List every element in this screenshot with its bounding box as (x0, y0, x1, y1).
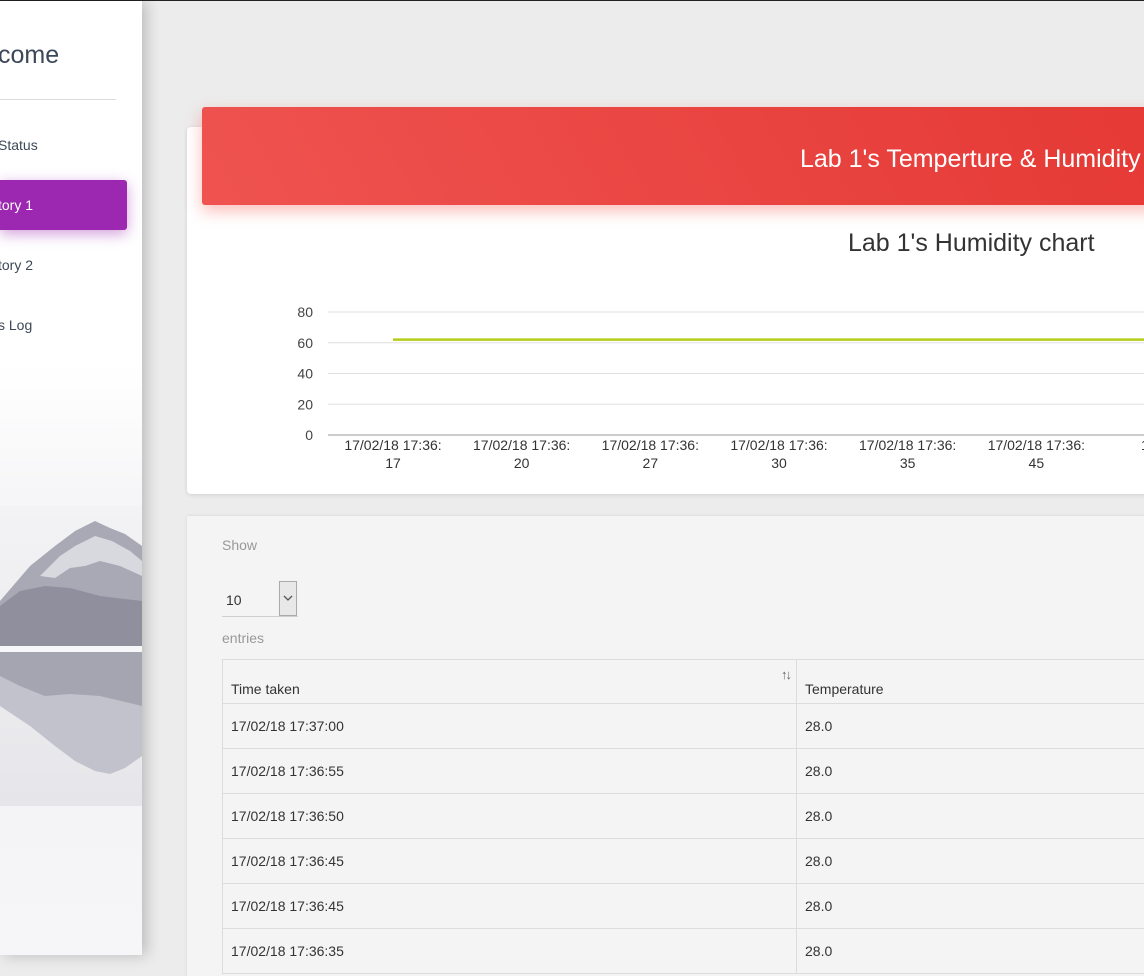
y-tick-label: 40 (297, 366, 313, 382)
y-tick-label: 80 (297, 304, 313, 320)
page-size-select[interactable]: 10 (222, 581, 298, 617)
cell-temperature: 28.0 (797, 704, 1144, 749)
column-header-temperature[interactable]: Temperature (797, 660, 1144, 704)
data-table: Time taken ↑↓ Temperature 17/02/18 17:37:… (222, 659, 1144, 974)
x-tick-label: 17 (385, 455, 401, 471)
cell-temperature: 28.0 (797, 749, 1144, 794)
x-tick-label: 20 (514, 455, 530, 471)
sort-icon[interactable]: ↑↓ (781, 667, 790, 682)
cell-temperature: 28.0 (797, 929, 1144, 974)
chevron-down-icon[interactable] (279, 581, 297, 616)
cell-time: 17/02/18 17:36:55 (223, 749, 797, 794)
table-header-row: Time taken ↑↓ Temperature (223, 660, 1144, 704)
column-header-label: Time taken (231, 681, 300, 697)
y-tick-label: 0 (305, 427, 313, 443)
table-row: 17/02/18 17:36:5028.0 (223, 794, 1144, 839)
entries-label: entries (222, 630, 264, 646)
table-row: 17/02/18 17:36:5528.0 (223, 749, 1144, 794)
cell-temperature: 28.0 (797, 794, 1144, 839)
x-tick-label: 35 (900, 455, 916, 471)
y-tick-label: 60 (297, 335, 313, 351)
column-header-label: Temperature (805, 681, 884, 697)
x-tick-label: 30 (771, 455, 787, 471)
x-tick-label: 17/02/18 17:36: (602, 437, 699, 453)
cell-time: 17/02/18 17:37:00 (223, 704, 797, 749)
table-row: 17/02/18 17:36:3528.0 (223, 929, 1144, 974)
x-tick-label: 27 (643, 455, 659, 471)
column-header-time[interactable]: Time taken ↑↓ (223, 660, 797, 704)
page-size-value: 10 (226, 592, 242, 608)
show-label: Show (222, 537, 257, 553)
sidebar-background-image (0, 506, 142, 806)
cell-time: 17/02/18 17:36:35 (223, 929, 797, 974)
cell-time: 17/02/18 17:36:45 (223, 884, 797, 929)
x-tick-label: 45 (1029, 455, 1045, 471)
cell-temperature: 28.0 (797, 839, 1144, 884)
cell-temperature: 28.0 (797, 884, 1144, 929)
x-tick-label: 17/02/18 17:36: (859, 437, 956, 453)
cell-time: 17/02/18 17:36:50 (223, 794, 797, 839)
cell-time: 17/02/18 17:36:45 (223, 839, 797, 884)
x-tick-label: 17/02/18 17:36: (988, 437, 1085, 453)
x-tick-label: 17/02/18 17:36: (344, 437, 441, 453)
x-tick-label: 17/02/18 17:36: (730, 437, 827, 453)
table-row: 17/02/18 17:36:4528.0 (223, 839, 1144, 884)
table-row: 17/02/18 17:37:0028.0 (223, 704, 1144, 749)
humidity-chart: 0 20 40 60 80 17/02/18 17:36: 17 17/02/18 17:36… (0, 1, 1144, 501)
table-row: 17/02/18 17:36:4528.0 (223, 884, 1144, 929)
y-tick-label: 20 (297, 396, 313, 412)
x-tick-label: 17/02/18 17:36: (473, 437, 570, 453)
